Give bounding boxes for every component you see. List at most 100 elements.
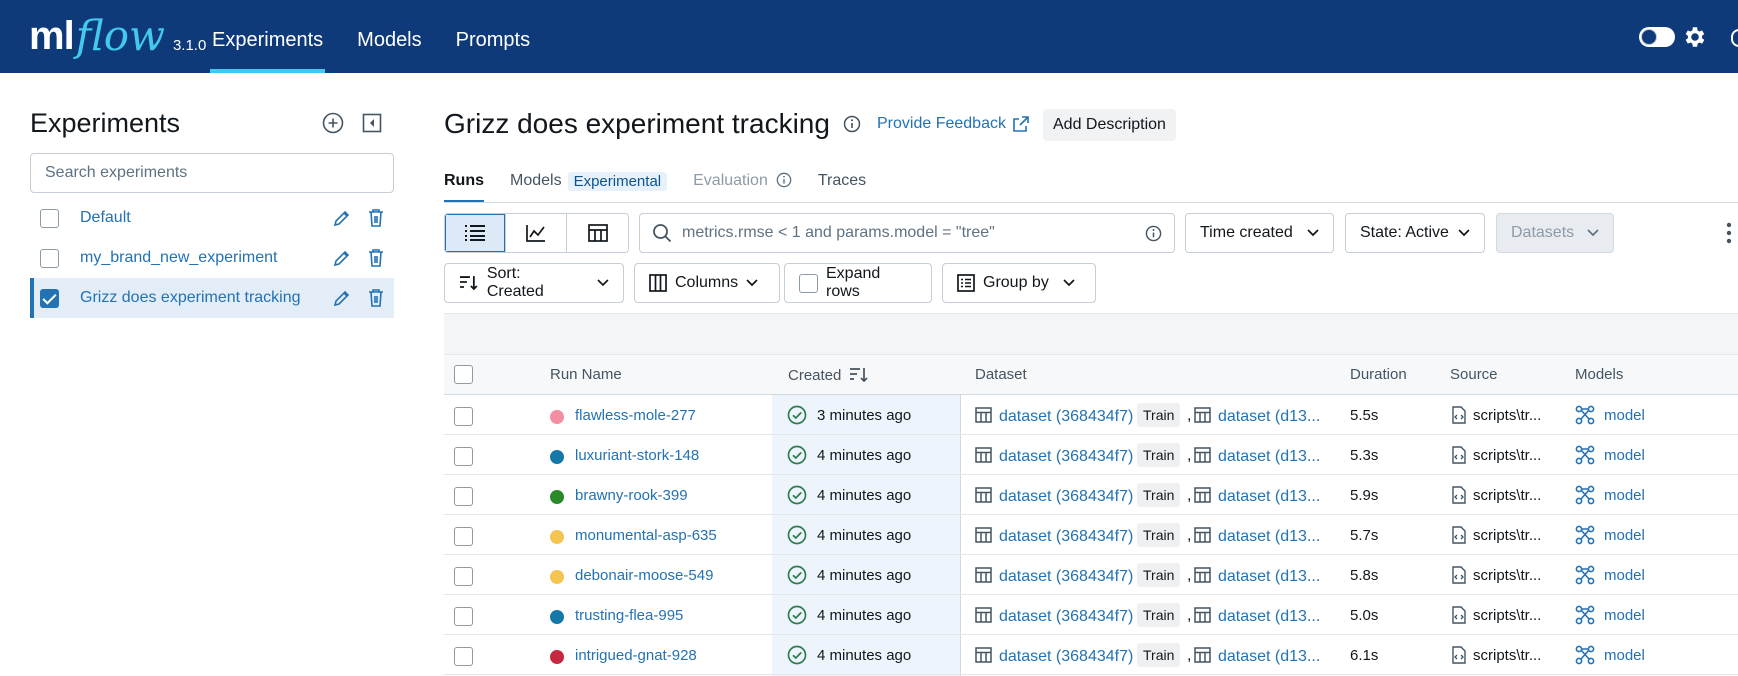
theme-toggle[interactable] [1639,27,1675,47]
expand-rows-checkbox[interactable] [799,273,818,293]
dataset-link[interactable]: dataset (368434f7) [999,648,1133,666]
provide-feedback-link[interactable]: Provide Feedback [877,115,1030,133]
row-checkbox[interactable] [454,607,473,626]
datasets-dropdown[interactable]: Datasets [1496,213,1614,253]
model-link[interactable]: model [1604,567,1645,584]
dataset-link[interactable]: dataset (d13... [1218,648,1320,666]
dataset-link[interactable]: dataset (d13... [1218,528,1320,546]
state-dropdown[interactable]: State: Active [1345,213,1485,253]
col-created[interactable]: Created [788,366,869,384]
run-color-dot[interactable] [550,530,564,544]
time-created-dropdown[interactable]: Time created [1185,213,1334,253]
edit-icon[interactable] [333,289,351,307]
nav-prompts[interactable]: Prompts [454,0,532,73]
model-link[interactable]: model [1604,647,1645,664]
tab-traces[interactable]: Traces [818,172,866,202]
source-value[interactable]: scripts\tr... [1473,487,1541,504]
artifact-view-button[interactable] [567,214,628,252]
source-value[interactable]: scripts\tr... [1473,407,1541,424]
table-row[interactable]: debonair-moose-549 4 minutes ago dataset… [444,555,1738,595]
table-view-button[interactable] [445,214,506,252]
more-options-icon[interactable] [1726,222,1732,244]
mlflow-logo[interactable]: ml flow 3.1.0 [29,12,206,60]
experiment-checkbox[interactable] [40,248,59,268]
source-value[interactable]: scripts\tr... [1473,447,1541,464]
tab-models[interactable]: Models Experimental [510,172,668,202]
dataset-link[interactable]: dataset (368434f7) [999,448,1133,466]
expand-rows-toggle[interactable]: Expand rows [784,263,932,303]
table-row[interactable]: monumental-asp-635 4 minutes ago dataset… [444,515,1738,555]
user-avatar[interactable] [1731,29,1738,47]
table-row[interactable]: intrigued-gnat-928 4 minutes ago dataset… [444,635,1738,675]
experiment-search-input[interactable] [30,153,394,193]
run-color-dot[interactable] [550,570,564,584]
nav-experiments[interactable]: Experiments [210,0,326,73]
dataset-link[interactable]: dataset (368434f7) [999,488,1133,506]
run-color-dot[interactable] [550,610,564,624]
col-models[interactable]: Models [1575,366,1623,383]
collapse-sidebar-icon[interactable] [362,113,382,133]
dataset-link[interactable]: dataset (d13... [1218,488,1320,506]
model-link[interactable]: model [1604,407,1645,424]
trash-icon[interactable] [367,288,385,308]
tab-evaluation[interactable]: Evaluation [693,172,792,202]
table-row[interactable]: luxuriant-stork-148 4 minutes ago datase… [444,435,1738,475]
experiment-name[interactable]: Default [80,209,131,227]
model-link[interactable]: model [1604,487,1645,504]
row-checkbox[interactable] [454,567,473,586]
run-color-dot[interactable] [550,410,564,424]
run-color-dot[interactable] [550,450,564,464]
row-checkbox[interactable] [454,407,473,426]
col-source[interactable]: Source [1450,366,1498,383]
model-link[interactable]: model [1604,527,1645,544]
chart-view-button[interactable] [506,214,567,252]
edit-icon[interactable] [333,249,351,267]
tab-runs[interactable]: Runs [444,172,484,203]
nav-models[interactable]: Models [355,0,423,73]
model-link[interactable]: model [1604,607,1645,624]
model-link[interactable]: model [1604,447,1645,464]
col-dataset[interactable]: Dataset [975,366,1027,383]
run-name-link[interactable]: flawless-mole-277 [575,407,696,424]
trash-icon[interactable] [367,208,385,228]
source-value[interactable]: scripts\tr... [1473,607,1541,624]
table-row[interactable]: flawless-mole-277 3 minutes ago dataset … [444,395,1738,435]
run-name-link[interactable]: intrigued-gnat-928 [575,647,697,664]
row-checkbox[interactable] [454,647,473,666]
run-color-dot[interactable] [550,490,564,504]
source-value[interactable]: scripts\tr... [1473,647,1541,664]
gear-icon[interactable] [1682,24,1708,50]
sort-dropdown[interactable]: Sort: Created [444,263,624,303]
row-checkbox[interactable] [454,487,473,506]
add-experiment-icon[interactable] [322,112,344,134]
edit-icon[interactable] [333,209,351,227]
info-icon[interactable] [1145,225,1162,242]
dataset-link[interactable]: dataset (368434f7) [999,568,1133,586]
run-name-link[interactable]: brawny-rook-399 [575,487,688,504]
trash-icon[interactable] [367,248,385,268]
dataset-link[interactable]: dataset (d13... [1218,408,1320,426]
source-value[interactable]: scripts\tr... [1473,567,1541,584]
experiment-checkbox[interactable] [40,208,59,228]
info-icon[interactable] [843,115,861,133]
group-by-dropdown[interactable]: Group by [942,263,1096,303]
table-row[interactable]: trusting-flea-995 4 minutes ago dataset … [444,595,1738,635]
row-checkbox[interactable] [454,527,473,546]
select-all-checkbox[interactable] [454,365,473,384]
run-name-link[interactable]: trusting-flea-995 [575,607,683,624]
run-search-input[interactable] [682,224,1145,242]
dataset-link[interactable]: dataset (d13... [1218,448,1320,466]
experiment-item-default[interactable]: Default [30,198,394,238]
experiment-name[interactable]: Grizz does experiment tracking [80,289,301,307]
col-run-name[interactable]: Run Name [550,366,622,383]
run-name-link[interactable]: debonair-moose-549 [575,567,713,584]
experiment-checkbox-checked[interactable] [40,288,59,308]
columns-dropdown[interactable]: Columns [634,263,780,303]
run-name-link[interactable]: luxuriant-stork-148 [575,447,699,464]
run-name-link[interactable]: monumental-asp-635 [575,527,717,544]
dataset-link[interactable]: dataset (368434f7) [999,408,1133,426]
dataset-link[interactable]: dataset (d13... [1218,608,1320,626]
experiment-item-grizz[interactable]: Grizz does experiment tracking [30,278,394,318]
row-checkbox[interactable] [454,447,473,466]
col-duration[interactable]: Duration [1350,366,1407,383]
